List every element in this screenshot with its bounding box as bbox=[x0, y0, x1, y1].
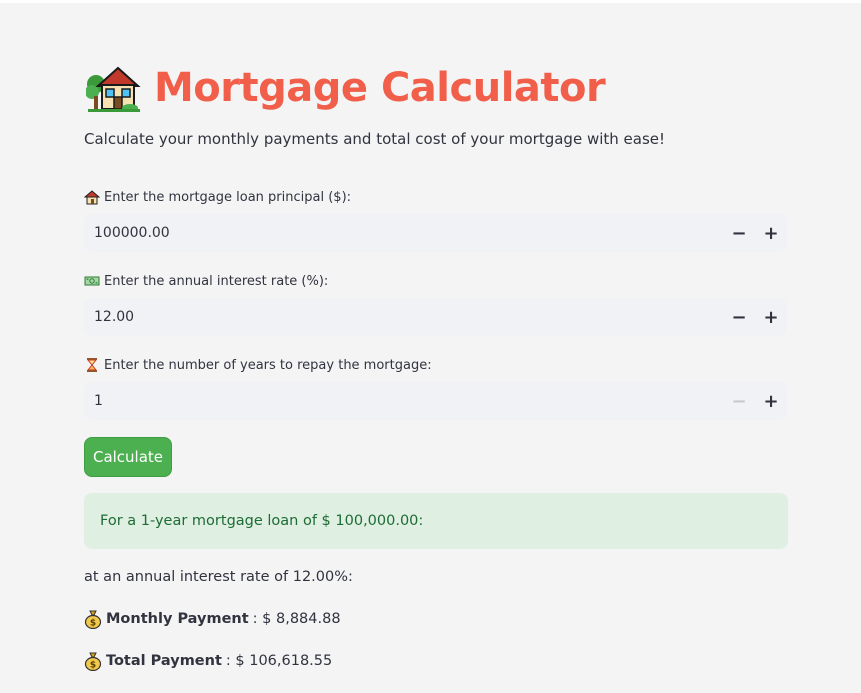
interest-label: Enter the annual interest rate (%): bbox=[84, 273, 328, 289]
principal-label-text: Enter the mortgage loan principal ($): bbox=[104, 189, 352, 205]
years-input[interactable]: 1 − + bbox=[84, 382, 787, 420]
total-payment-line: $ Total Payment: $ 106,618.55 bbox=[84, 651, 332, 671]
years-increment-button[interactable]: + bbox=[755, 382, 787, 420]
total-payment-label: Total Payment bbox=[106, 653, 222, 669]
monthly-payment-label: Monthly Payment bbox=[106, 611, 249, 627]
total-payment-value: : $ 106,618.55 bbox=[225, 653, 333, 669]
svg-text:$: $ bbox=[90, 619, 96, 629]
svg-text:$: $ bbox=[90, 661, 96, 671]
hourglass-icon bbox=[86, 358, 98, 372]
interest-value[interactable]: 12.00 bbox=[84, 309, 723, 325]
interest-decrement-button[interactable]: − bbox=[723, 298, 755, 336]
money-bag-icon: $ bbox=[84, 610, 102, 629]
years-label-text: Enter the number of years to repay the m… bbox=[104, 357, 432, 373]
interest-label-text: Enter the annual interest rate (%): bbox=[104, 273, 329, 289]
house-with-garden-icon bbox=[86, 66, 141, 112]
years-label: Enter the number of years to repay the m… bbox=[84, 357, 432, 373]
principal-increment-button[interactable]: + bbox=[755, 214, 787, 252]
money-icon bbox=[84, 276, 100, 286]
page-subtitle: Calculate your monthly payments and tota… bbox=[84, 130, 666, 148]
success-alert: For a 1-year mortgage loan of $ 100,000.… bbox=[84, 493, 788, 549]
interest-increment-button[interactable]: + bbox=[755, 298, 787, 336]
app-container: Mortgage Calculator Calculate your month… bbox=[0, 3, 861, 693]
principal-value[interactable]: 100000.00 bbox=[84, 225, 723, 241]
page-title: Mortgage Calculator bbox=[154, 65, 606, 111]
principal-input[interactable]: 100000.00 − + bbox=[84, 214, 787, 252]
monthly-payment-line: $ Monthly Payment: $ 8,884.88 bbox=[84, 609, 341, 629]
interest-input[interactable]: 12.00 − + bbox=[84, 298, 787, 336]
years-decrement-button[interactable]: − bbox=[723, 382, 755, 420]
monthly-payment-value: : $ 8,884.88 bbox=[252, 611, 341, 627]
calculate-button[interactable]: Calculate bbox=[84, 437, 172, 477]
house-icon bbox=[84, 190, 100, 205]
principal-decrement-button[interactable]: − bbox=[723, 214, 755, 252]
rate-summary: at an annual interest rate of 12.00%: bbox=[84, 569, 353, 585]
money-bag-icon: $ bbox=[84, 652, 102, 671]
years-value[interactable]: 1 bbox=[84, 393, 723, 409]
principal-label: Enter the mortgage loan principal ($): bbox=[84, 189, 351, 205]
title-row: Mortgage Calculator bbox=[86, 59, 606, 117]
